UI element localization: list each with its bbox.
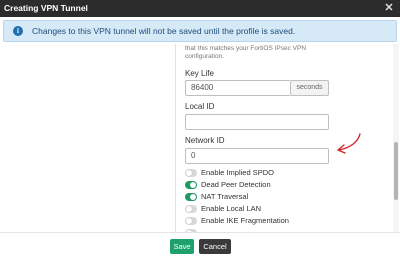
toggle-knob — [186, 206, 192, 212]
local-id-label: Local ID — [185, 102, 215, 111]
ike-fragmentation-toggle[interactable] — [185, 217, 197, 225]
left-pane — [0, 44, 176, 232]
save-button[interactable]: Save — [170, 239, 194, 254]
help-text: that this matches your FortiOS IPsec VPN… — [185, 45, 307, 60]
implied-spdo-label: Enable Implied SPDO — [201, 168, 274, 177]
dialog-title: Creating VPN Tunnel — [4, 3, 88, 13]
implied-spdo-toggle[interactable] — [185, 169, 197, 177]
dead-peer-detection-toggle[interactable] — [185, 181, 197, 189]
local-id-input[interactable] — [185, 114, 329, 130]
network-id-input[interactable]: 0 — [185, 148, 329, 164]
key-life-unit: seconds — [291, 80, 329, 96]
key-life-input[interactable]: 86400 — [185, 80, 291, 96]
network-id-label: Network ID — [185, 136, 225, 145]
content-scrollbar[interactable] — [393, 44, 399, 232]
local-lan-toggle[interactable] — [185, 205, 197, 213]
toggle-knob — [186, 218, 192, 224]
nat-traversal-label: NAT Traversal — [201, 192, 249, 201]
toggle-knob — [186, 170, 192, 176]
dialog-footer: Save Cancel — [0, 232, 400, 259]
info-banner: i Changes to this VPN tunnel will not be… — [3, 20, 397, 42]
cancel-button[interactable]: Cancel — [199, 239, 231, 254]
scroll-thumb[interactable] — [394, 142, 398, 200]
toggle-row-ike-fragmentation: Enable IKE Fragmentation — [185, 216, 345, 227]
ike-fragmentation-label: Enable IKE Fragmentation — [201, 216, 289, 225]
toggle-knob — [190, 182, 196, 188]
red-arrow-annotation — [337, 133, 361, 154]
toggle-knob — [190, 194, 196, 200]
dead-peer-detection-label: Dead Peer Detection — [201, 180, 271, 189]
toggle-row-nat-traversal: NAT Traversal — [185, 192, 345, 203]
key-life-label: Key Life — [185, 69, 214, 78]
close-icon[interactable]: ✕ — [383, 0, 395, 17]
info-icon: i — [13, 26, 23, 36]
vpn-tunnel-dialog: Creating VPN Tunnel ✕ i Changes to this … — [0, 0, 400, 259]
toggle-row-local-lan: Enable Local LAN — [185, 204, 345, 215]
dialog-titlebar: Creating VPN Tunnel ✕ — [0, 0, 400, 17]
local-lan-label: Enable Local LAN — [201, 204, 262, 213]
banner-text: Changes to this VPN tunnel will not be s… — [32, 26, 296, 36]
toggle-row-implied-spdo: Enable Implied SPDO — [185, 168, 345, 179]
toggle-row-dead-peer-detection: Dead Peer Detection — [185, 180, 345, 191]
nat-traversal-toggle[interactable] — [185, 193, 197, 201]
